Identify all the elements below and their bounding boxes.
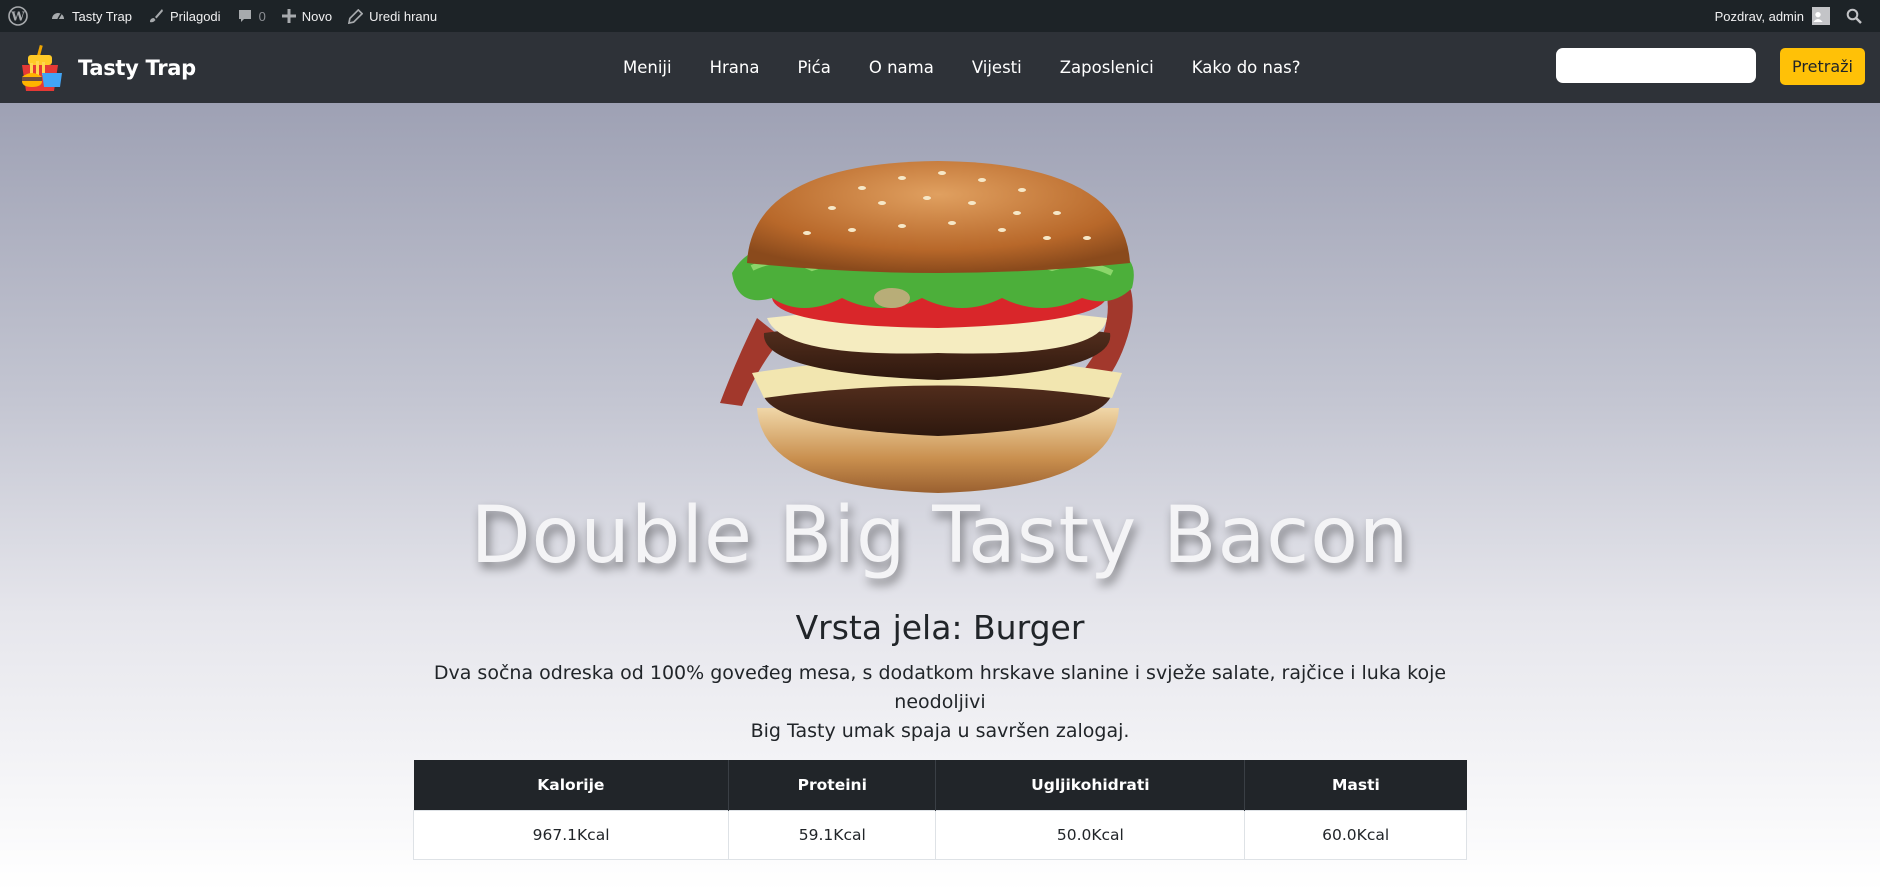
nav-links: Meniji Hrana Pića O nama Vijesti Zaposle…: [620, 32, 1319, 103]
nav-link-news[interactable]: Vijesti: [972, 58, 1022, 77]
new-content-label: Novo: [301, 8, 333, 24]
value-protein: 59.1Kcal: [728, 810, 937, 860]
nutrition-table: Kalorije Proteini Ugljikohidrati Masti 9…: [412, 760, 1467, 860]
edit-food-link[interactable]: Uredi hranu: [340, 0, 445, 32]
edit-food-label: Uredi hranu: [369, 8, 438, 24]
search-input[interactable]: [1556, 48, 1756, 83]
food-type: Vrsta jela: Burger: [795, 608, 1085, 647]
comments-link[interactable]: 0: [229, 0, 274, 32]
plus-icon: [281, 9, 296, 23]
header-carbs: Ugljikohidrati: [935, 760, 1245, 811]
admin-search-button[interactable]: [1838, 0, 1880, 32]
customize-label: Prilagodi: [169, 8, 221, 24]
nav-link-employees[interactable]: Zaposlenici: [1060, 58, 1154, 77]
search-button[interactable]: Pretraži: [1780, 48, 1865, 85]
burger-image: [720, 161, 1134, 493]
nav-link-menus[interactable]: Meniji: [623, 58, 672, 77]
nav-link-drinks[interactable]: Pića: [797, 58, 830, 77]
avatar: [1812, 7, 1830, 25]
site-name-link[interactable]: Tasty Trap: [42, 0, 140, 32]
table-header-row: Kalorije Proteini Ugljikohidrati Masti: [413, 760, 1467, 811]
main-navbar: Tasty Trap Meniji Hrana Pića O nama Vije…: [0, 32, 1880, 103]
wordpress-icon: W: [8, 6, 28, 26]
greeting-label: Pozdrav, admin: [1714, 8, 1804, 24]
description-line-1: Dva sočna odreska od 100% goveđeg mesa, …: [433, 662, 1447, 713]
dashboard-icon: [52, 13, 64, 20]
food-description: Dva sočna odreska od 100% goveđeg mesa, …: [390, 659, 1490, 746]
nav-link-food[interactable]: Hrana: [710, 58, 760, 77]
wordpress-logo-button[interactable]: W: [0, 0, 42, 32]
comments-count: 0: [258, 8, 266, 24]
comment-bubble-icon: [238, 10, 251, 22]
user-avatar-icon: [1813, 12, 1823, 22]
header-fat: Masti: [1244, 760, 1467, 811]
fast-food-logo-icon: [22, 44, 62, 91]
header-protein: Proteini: [728, 760, 936, 811]
account-menu[interactable]: Pozdrav, admin: [1707, 0, 1838, 32]
table-row: 967.1Kcal 59.1Kcal 50.0Kcal 60.0Kcal: [412, 810, 1467, 860]
new-content-link[interactable]: Novo: [274, 0, 340, 32]
header-calories: Kalorije: [413, 760, 729, 811]
value-fat: 60.0Kcal: [1244, 810, 1467, 860]
svg-text:W: W: [10, 10, 25, 24]
value-calories: 967.1Kcal: [412, 810, 730, 860]
nav-link-about[interactable]: O nama: [869, 58, 934, 77]
value-carbs: 50.0Kcal: [935, 810, 1246, 860]
site-name-label: Tasty Trap: [72, 8, 132, 24]
paintbrush-icon: [149, 9, 163, 23]
brand-name: Tasty Trap: [78, 55, 196, 80]
customize-link[interactable]: Prilagodi: [140, 0, 229, 32]
pencil-icon: [348, 8, 364, 24]
search-icon: [1846, 8, 1862, 24]
description-line-2: Big Tasty umak spaja u savršen zalogaj.: [750, 720, 1130, 742]
brand-link[interactable]: Tasty Trap: [18, 43, 196, 93]
food-title: Double Big Tasty Bacon: [470, 491, 1410, 581]
wp-admin-bar: W Tasty Trap Prilagodi 0 Novo Uredi hran…: [0, 0, 1880, 32]
nav-link-directions[interactable]: Kako do nas?: [1192, 58, 1301, 77]
